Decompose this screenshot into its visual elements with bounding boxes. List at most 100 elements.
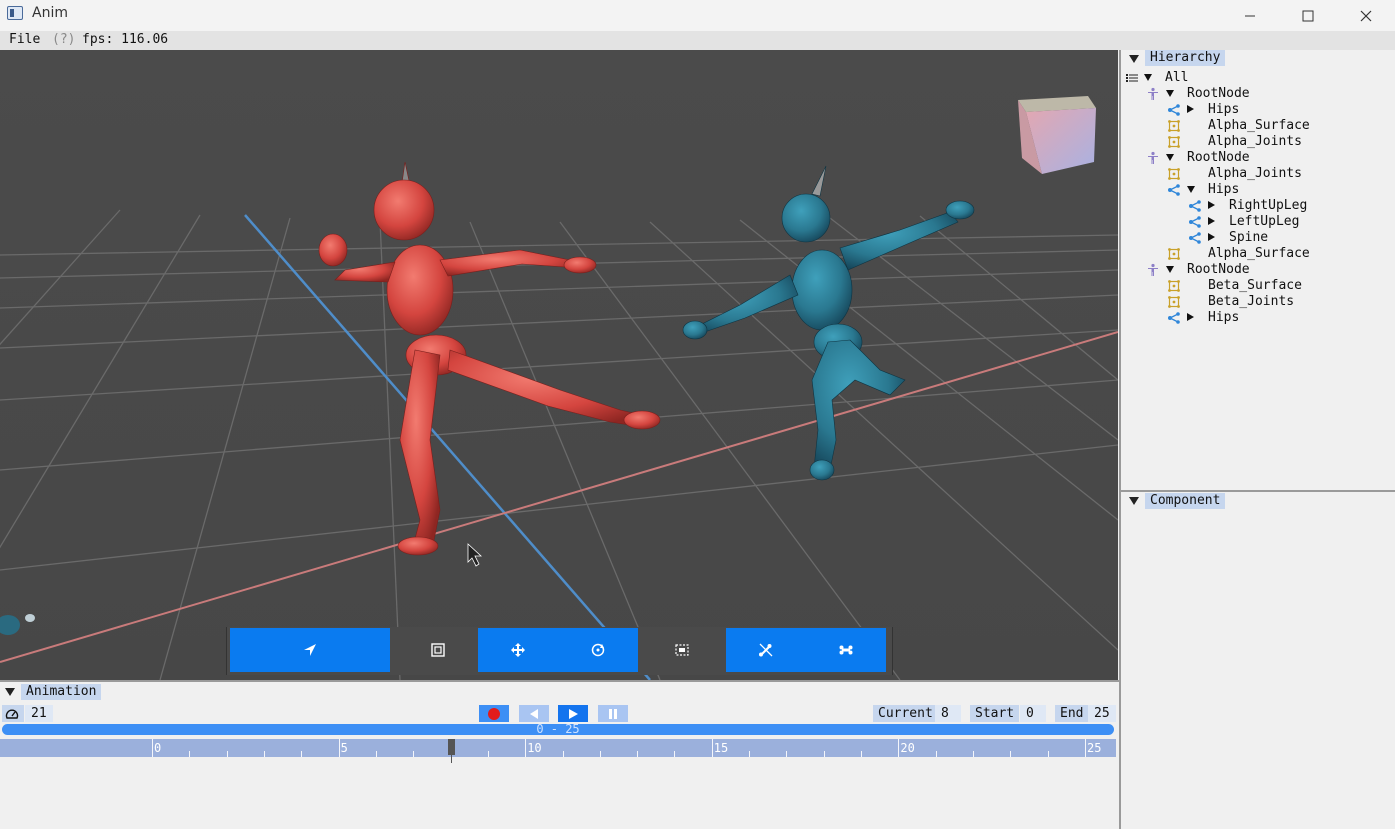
timeline-tick (1010, 751, 1012, 757)
timeline-tick (674, 751, 676, 757)
mesh-icon (1167, 295, 1181, 309)
bone-button[interactable] (806, 628, 886, 672)
tree-item-label: RightUpLeg (1229, 198, 1308, 213)
scene-canvas[interactable] (0, 50, 1118, 680)
view-cube[interactable] (1018, 96, 1096, 174)
tree-item[interactable]: RootNode (1166, 150, 1250, 166)
tree-item[interactable]: All (1144, 70, 1188, 86)
step-back-icon (530, 708, 538, 719)
speed-value[interactable]: 21 (25, 705, 53, 722)
figure-icon (1146, 87, 1160, 101)
collapse-toggle-icon[interactable] (1187, 310, 1208, 326)
expand-toggle-icon[interactable] (1144, 70, 1165, 86)
tree-item[interactable]: Beta_Joints (1187, 294, 1294, 310)
play-button[interactable] (558, 705, 588, 722)
bone-off-icon (759, 643, 773, 657)
tree-item[interactable]: RightUpLeg (1208, 198, 1307, 214)
mesh-icon (1167, 167, 1181, 181)
tree-item-label: Alpha_Joints (1208, 166, 1302, 181)
range-slider[interactable]: 0 - 25 (2, 723, 1114, 735)
fps-readout: fps: 116.06 (82, 32, 169, 47)
timeline-ruler[interactable]: 0 5 10 15 20 25 (0, 739, 1116, 757)
tree-item[interactable]: Spine (1208, 230, 1268, 246)
current-frame-field[interactable]: 8 (935, 705, 961, 722)
component-tab[interactable]: Component (1145, 493, 1226, 509)
start-frame-field[interactable]: 0 (1020, 705, 1046, 722)
tree-item-label: LeftUpLeg (1229, 214, 1300, 229)
collapse-toggle-icon[interactable] (1208, 230, 1229, 246)
rotate-icon (591, 643, 605, 657)
list-icon (1125, 71, 1139, 85)
bone-toggle-button[interactable] (726, 628, 806, 672)
move-tool-button[interactable] (478, 628, 558, 672)
tree-item[interactable]: Beta_Surface (1187, 278, 1302, 294)
tree-item-label: Beta_Surface (1208, 278, 1302, 293)
share-node-icon (1188, 231, 1202, 245)
tree-item[interactable]: Alpha_Joints (1187, 134, 1302, 150)
tree-item[interactable]: Alpha_Joints (1187, 166, 1302, 182)
timeline-tick (711, 739, 713, 757)
maximize-button[interactable] (1279, 0, 1337, 31)
timeline-tick (301, 751, 303, 757)
navigation-arrow-icon (304, 644, 316, 656)
tree-item[interactable]: Hips (1187, 182, 1239, 198)
timeline-tick (338, 739, 340, 757)
expand-toggle-icon[interactable] (1187, 182, 1208, 198)
expand-toggle-icon[interactable] (1166, 150, 1187, 166)
mesh-icon (1167, 279, 1181, 293)
playhead-marker (450, 755, 452, 763)
tree-item-label: RootNode (1187, 150, 1250, 165)
minimize-icon (1245, 15, 1255, 16)
viewport-3d[interactable] (0, 50, 1118, 680)
mesh-icon (1167, 119, 1181, 133)
collapse-arrow-icon[interactable] (5, 688, 15, 696)
pause-button[interactable] (598, 705, 628, 722)
tree-item-label: RootNode (1187, 86, 1250, 101)
tree-item[interactable]: LeftUpLeg (1208, 214, 1299, 230)
box-select-button[interactable] (638, 628, 726, 672)
menu-file[interactable]: File (9, 32, 40, 47)
figure-icon (1146, 263, 1160, 277)
hierarchy-tab[interactable]: Hierarchy (1145, 50, 1226, 66)
tree-item[interactable]: RootNode (1166, 262, 1250, 278)
collapse-arrow-icon[interactable] (1129, 55, 1139, 63)
tree-item-label: Alpha_Surface (1208, 118, 1310, 133)
tree-item-label: Hips (1208, 102, 1240, 117)
tree-item[interactable]: Hips (1187, 310, 1239, 326)
timeline-label: 20 (900, 741, 915, 755)
timeline-label: 15 (713, 741, 729, 755)
title-bar (0, 0, 1395, 31)
frame-select-icon (431, 643, 445, 657)
minimize-button[interactable] (1221, 0, 1279, 31)
window-title: Anim (32, 5, 68, 21)
mesh-icon (1167, 247, 1181, 261)
collapse-toggle-icon[interactable] (1187, 102, 1208, 118)
expand-toggle-icon[interactable] (1166, 86, 1187, 102)
speedometer-icon (5, 709, 19, 719)
collapse-toggle-icon[interactable] (1208, 198, 1229, 214)
timeline-tick (189, 751, 191, 757)
timeline-tick (525, 739, 527, 757)
record-button[interactable] (479, 705, 509, 722)
collapse-arrow-icon[interactable] (1129, 497, 1139, 505)
tree-item[interactable]: RootNode (1166, 86, 1250, 102)
playhead-handle[interactable] (447, 739, 455, 755)
speed-button[interactable] (2, 705, 24, 722)
step-back-button[interactable] (519, 705, 549, 722)
tree-item[interactable]: Alpha_Surface (1187, 246, 1310, 262)
expand-toggle-icon[interactable] (1166, 262, 1187, 278)
close-button[interactable] (1337, 0, 1395, 31)
rotate-tool-button[interactable] (558, 628, 638, 672)
timeline-label: 0 (154, 741, 162, 755)
timeline-tick (823, 751, 825, 757)
menu-help[interactable]: (?) (52, 32, 75, 47)
select-tool-button[interactable] (230, 628, 390, 672)
timeline-label: 10 (527, 741, 542, 755)
tree-item[interactable]: Alpha_Surface (1187, 118, 1310, 134)
end-frame-field[interactable]: 25 (1088, 705, 1116, 722)
animation-tab[interactable]: Animation (21, 684, 102, 700)
tree-item[interactable]: Hips (1187, 102, 1239, 118)
collapse-toggle-icon[interactable] (1208, 214, 1229, 230)
frame-tool-button[interactable] (394, 628, 482, 672)
tree-item-label: Spine (1229, 230, 1269, 245)
